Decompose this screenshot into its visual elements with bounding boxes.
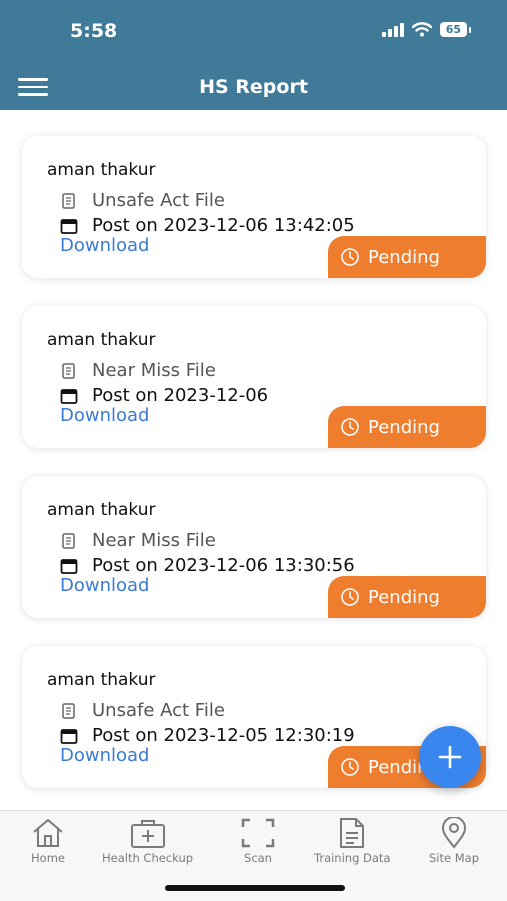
clock-icon	[341, 588, 359, 606]
post-row: Post on 2023-12-06 13:30:56	[60, 555, 355, 576]
nav-label: Scan	[244, 851, 272, 865]
reporter-name: aman thakur	[47, 330, 156, 350]
report-list: aman thakur Unsafe Act File Post on 2023…	[0, 110, 507, 810]
status-badge: Pending	[328, 236, 486, 278]
calendar-icon	[60, 558, 78, 574]
location-pin-icon	[441, 817, 467, 849]
clock-icon	[341, 248, 359, 266]
document-icon	[340, 818, 365, 848]
plus-icon	[438, 745, 462, 769]
page-title: HS Report	[199, 76, 308, 98]
report-card[interactable]: aman thakur Near Miss File Post on 2023-…	[22, 306, 486, 448]
status-time: 5:58	[70, 20, 118, 42]
report-card[interactable]: aman thakur Unsafe Act File Post on 2023…	[22, 646, 486, 788]
file-row: Near Miss File	[60, 530, 216, 551]
calendar-icon	[60, 218, 78, 234]
nav-site-map[interactable]: Site Map	[429, 817, 479, 865]
calendar-icon	[60, 388, 78, 404]
battery-icon: 65	[439, 22, 472, 37]
reporter-name: aman thakur	[47, 160, 156, 180]
clock-icon	[341, 418, 359, 436]
file-icon	[62, 192, 75, 209]
status-label: Pending	[368, 416, 440, 438]
post-row: Post on 2023-12-05 12:30:19	[60, 725, 355, 746]
nav-label: Health Checkup	[102, 851, 194, 865]
post-date: Post on 2023-12-05 12:30:19	[92, 725, 355, 746]
post-date: Post on 2023-12-06 13:30:56	[92, 555, 355, 576]
nav-home[interactable]: Home	[30, 817, 66, 865]
status-label: Pending	[368, 246, 440, 268]
download-link[interactable]: Download	[60, 405, 149, 426]
download-link[interactable]: Download	[60, 235, 149, 256]
report-card[interactable]: aman thakur Unsafe Act File Post on 2023…	[22, 136, 486, 278]
file-type: Unsafe Act File	[92, 190, 225, 211]
nav-health-checkup[interactable]: Health Checkup	[102, 817, 193, 865]
status-badge: Pending	[328, 406, 486, 448]
wifi-icon	[411, 22, 432, 37]
download-link[interactable]: Download	[60, 745, 149, 766]
nav-label: Training Data	[314, 851, 391, 865]
clock-icon	[341, 758, 359, 776]
status-label: Pending	[368, 586, 440, 608]
calendar-icon	[60, 728, 78, 744]
file-icon	[62, 362, 75, 379]
nav-label: Home	[31, 851, 65, 865]
post-row: Post on 2023-12-06 13:42:05	[60, 215, 355, 236]
scan-icon	[241, 818, 275, 848]
add-report-button[interactable]	[419, 726, 481, 788]
post-date: Post on 2023-12-06	[92, 385, 269, 406]
report-card[interactable]: aman thakur Near Miss File Post on 2023-…	[22, 476, 486, 618]
nav-label: Site Map	[429, 851, 480, 865]
reporter-name: aman thakur	[47, 670, 156, 690]
post-row: Post on 2023-12-06	[60, 385, 268, 406]
status-icons: 65	[381, 22, 472, 37]
nav-scan[interactable]: Scan	[240, 817, 276, 865]
app-header: 5:58 65 HS Report	[0, 0, 507, 110]
post-date: Post on 2023-12-06 13:42:05	[92, 215, 355, 236]
file-icon	[62, 702, 75, 719]
download-link[interactable]: Download	[60, 575, 149, 596]
nav-training-data[interactable]: Training Data	[314, 817, 391, 865]
home-indicator	[165, 885, 345, 891]
file-row: Unsafe Act File	[60, 190, 225, 211]
file-type: Near Miss File	[92, 530, 216, 551]
file-row: Near Miss File	[60, 360, 216, 381]
file-type: Unsafe Act File	[92, 700, 225, 721]
reporter-name: aman thakur	[47, 500, 156, 520]
status-badge: Pending	[328, 576, 486, 618]
file-type: Near Miss File	[92, 360, 216, 381]
file-icon	[62, 532, 75, 549]
signal-icon	[381, 22, 404, 37]
medical-kit-icon	[130, 820, 165, 848]
home-icon	[33, 819, 63, 847]
file-row: Unsafe Act File	[60, 700, 225, 721]
